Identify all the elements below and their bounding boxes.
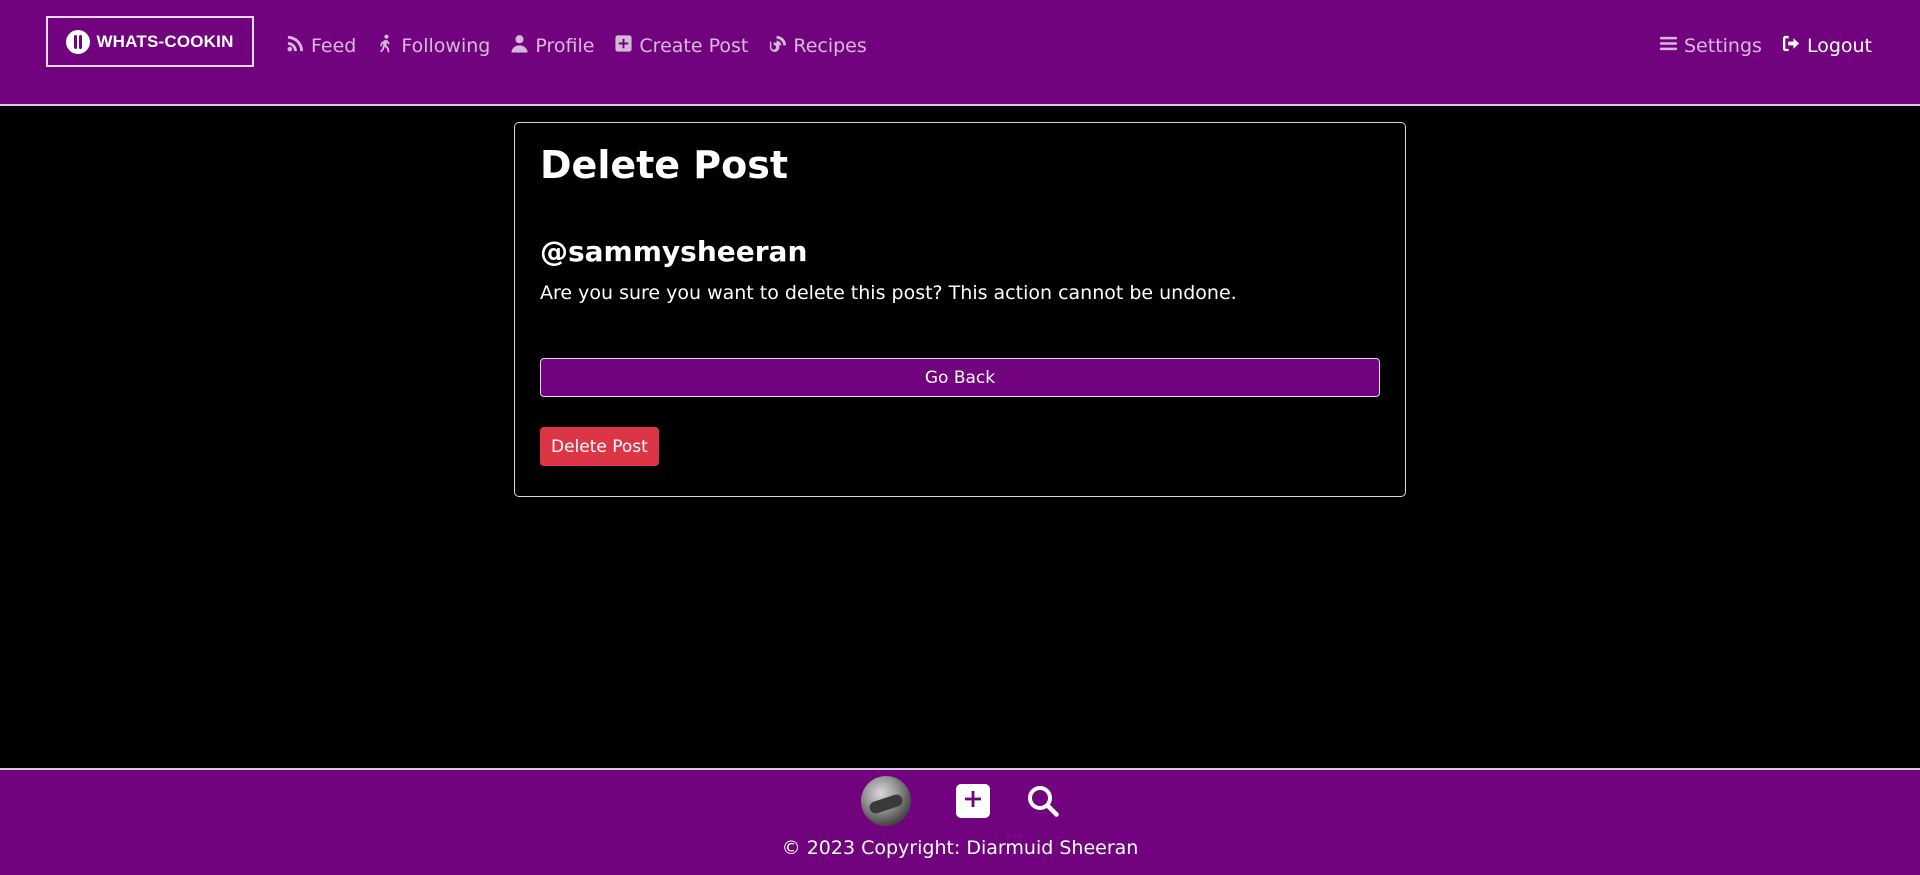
nav-item-create-post[interactable]: Create Post — [614, 34, 748, 58]
logout-icon — [1782, 34, 1801, 58]
search-icon — [1026, 786, 1060, 822]
plus-icon — [964, 790, 982, 812]
avatar[interactable] — [860, 776, 911, 826]
footer-quick-actions — [0, 776, 1920, 826]
nav-item-label: Profile — [535, 35, 595, 57]
rss-icon — [286, 34, 305, 58]
footer: © 2023 Copyright: Diarmuid Sheeran — [0, 768, 1920, 875]
main-nav: Feed Following Profile Create Post Recip… — [286, 31, 867, 61]
walking-person-icon — [376, 34, 395, 58]
nav-item-label: Logout — [1806, 35, 1872, 57]
delete-post-button[interactable]: Delete Post — [540, 427, 659, 466]
fork-knife-icon — [66, 29, 91, 54]
post-author-username: @sammysheeran — [540, 235, 808, 268]
nav-item-following[interactable]: Following — [376, 34, 490, 58]
nav-item-label: Feed — [311, 35, 357, 57]
nav-item-feed[interactable]: Feed — [286, 34, 356, 58]
nav-item-recipes[interactable]: Recipes — [768, 34, 867, 58]
plus-square-icon — [614, 34, 633, 58]
brand-name: WHATS-COOKIN — [96, 31, 234, 51]
brand-logo-link[interactable]: WHATS-COOKIN — [46, 16, 254, 67]
nav-item-label: Create Post — [639, 35, 749, 57]
copyright-text: © 2023 Copyright: Diarmuid Sheeran — [781, 837, 1139, 859]
top-navbar: WHATS-COOKIN Feed Following Profile Crea… — [0, 0, 1920, 106]
go-back-button[interactable]: Go Back — [540, 358, 1380, 397]
account-nav: Settings Logout — [1659, 31, 1872, 61]
nav-item-label: Settings — [1684, 35, 1762, 57]
confirmation-message: Are you sure you want to delete this pos… — [540, 282, 1237, 304]
nav-item-logout[interactable]: Logout — [1782, 34, 1872, 58]
search-button[interactable] — [1026, 784, 1060, 818]
nav-item-settings[interactable]: Settings — [1659, 34, 1762, 58]
create-post-button[interactable] — [955, 784, 990, 818]
blog-icon — [768, 34, 787, 58]
delete-post-card: Delete Post @sammysheeran Are you sure y… — [514, 122, 1406, 497]
bars-icon — [1659, 34, 1678, 58]
page-title: Delete Post — [540, 143, 789, 187]
nav-item-label: Following — [401, 35, 491, 57]
user-icon — [510, 34, 529, 58]
nav-item-label: Recipes — [793, 35, 867, 57]
nav-item-profile[interactable]: Profile — [510, 34, 594, 58]
